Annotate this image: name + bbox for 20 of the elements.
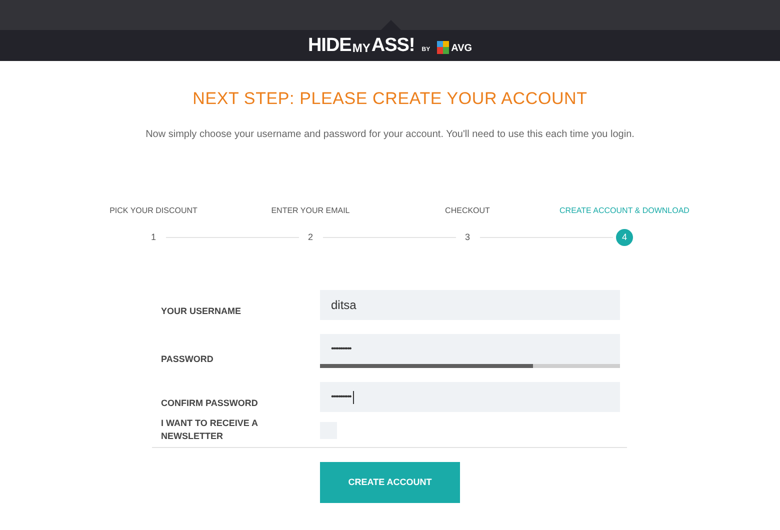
logo-text: HIDE — [308, 36, 352, 56]
field-label: PASSWORD — [161, 353, 214, 366]
step-label: ENTER YOUR EMAIL — [271, 206, 350, 216]
step-number: 4 — [616, 229, 633, 246]
intro-text: Now simply choose your username and password for your account. You'll need to use this each time you login. — [145, 128, 635, 142]
field-label: I WANT TO RECEIVE A NEWSLETTER — [161, 417, 259, 443]
page-title: NEXT STEP: PLEASE CREATE YOUR ACCOUNT — [192, 89, 588, 109]
logo-text: ASS! — [371, 36, 415, 56]
password-field[interactable]: ••••••••••• — [320, 382, 620, 412]
brand-text: AVG — [451, 42, 472, 56]
field-label: CONFIRM PASSWORD — [161, 397, 259, 410]
username-field[interactable]: ditsa — [320, 290, 620, 320]
logo-text: MY — [352, 40, 370, 56]
password-dots: ••••••••••• — [331, 391, 351, 403]
colored-squares-icon — [437, 40, 450, 54]
step-label: CHECKOUT — [445, 206, 490, 216]
field-label: YOUR USERNAME — [161, 305, 242, 318]
password-field[interactable]: ••••••••••• — [320, 334, 620, 364]
step-label: PICK YOUR DISCOUNT — [110, 206, 198, 216]
step-label: CREATE ACCOUNT & DOWNLOAD — [560, 206, 690, 216]
